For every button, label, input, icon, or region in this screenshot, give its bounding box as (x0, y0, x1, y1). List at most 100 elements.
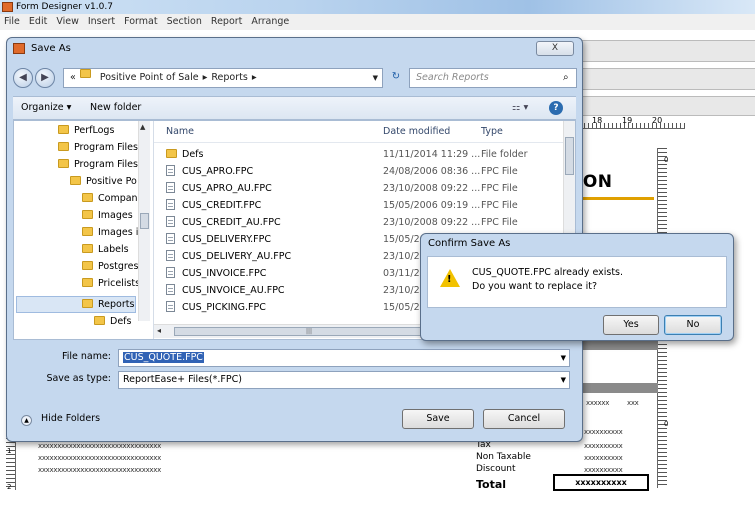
close-button[interactable]: X (536, 41, 574, 56)
help-icon[interactable]: ? (549, 101, 563, 115)
cancel-button[interactable]: Cancel (483, 409, 565, 429)
save-as-type-select[interactable]: ReportEase+ Files(*.FPC) ▼ (118, 371, 570, 389)
tree-item-program-files-x86[interactable]: Program Files (58, 156, 138, 173)
tree-item-positive-pos[interactable]: Positive Po (70, 173, 137, 190)
nav-scrollbar[interactable]: ▲ (138, 121, 150, 321)
column-name[interactable]: Name (166, 121, 194, 143)
confirm-message: CUS_QUOTE.FPC already exists. (472, 267, 624, 278)
file-name-input[interactable]: CUS_QUOTE.FPC ▼ (118, 349, 570, 367)
new-folder-button[interactable]: New folder (90, 97, 141, 119)
tree-item-program-files[interactable]: Program Files (58, 139, 138, 156)
file-row[interactable]: CUS_CREDIT_AU.FPC 23/10/2008 09:22 ... F… (154, 214, 564, 231)
menu-file[interactable]: File (4, 14, 20, 30)
tree-item-images-icons[interactable]: Images ic (82, 224, 144, 241)
column-date-modified[interactable]: Date modified (383, 121, 450, 143)
folder-icon (79, 69, 91, 78)
tree-item-pricelists[interactable]: Pricelists (82, 275, 140, 292)
non-taxable-label[interactable]: Non Taxable (476, 452, 531, 462)
refresh-icon[interactable]: ↻ (388, 68, 404, 88)
file-icon (166, 182, 175, 193)
save-as-type-label: Save as type: (46, 373, 111, 384)
folder-icon (82, 210, 93, 219)
confirm-question: Do you want to replace it? (472, 281, 598, 292)
tree-item-labels[interactable]: Labels (82, 241, 129, 258)
placeholder-field[interactable]: xxxxxxxxxxxxxxxxxxxxxxxxxxxxxxxx (38, 442, 161, 450)
folder-icon (82, 193, 93, 202)
navigation-pane: PerfLogs Program Files Program Files Pos… (14, 121, 154, 339)
menu-edit[interactable]: Edit (29, 14, 47, 30)
placeholder-field[interactable]: xxxxxxxxxxxxxxxxxxxxxxxxxxxxxxxx (38, 454, 161, 462)
file-icon (166, 250, 175, 261)
hide-folders-label: Hide Folders (41, 413, 101, 424)
hide-folders-button[interactable]: ▲ Hide Folders (21, 413, 100, 426)
tree-item-postgres[interactable]: Postgres (82, 258, 138, 275)
folder-icon (82, 278, 93, 287)
menu-section[interactable]: Section (167, 14, 202, 30)
scroll-up-icon[interactable]: ▲ (140, 123, 145, 131)
app-title-bar: Form Designer v1.0.7 (0, 0, 755, 14)
scroll-left-icon[interactable]: ◂ (157, 326, 161, 335)
breadcrumb-item[interactable]: Reports (211, 69, 247, 87)
tree-item-defs[interactable]: Defs (94, 313, 131, 330)
placeholder-field[interactable]: xxxxxx (586, 399, 609, 407)
file-row[interactable]: Defs 11/11/2014 11:29 ... File folder (154, 146, 564, 163)
section-bar (580, 383, 658, 393)
heading-underline (576, 197, 654, 200)
total-label[interactable]: Total (476, 478, 506, 491)
total-value-box[interactable]: xxxxxxxxxx (553, 474, 649, 491)
breadcrumb-overflow[interactable]: « (70, 69, 76, 87)
file-row[interactable]: CUS_APRO_AU.FPC 23/10/2008 09:22 ... FPC… (154, 180, 564, 197)
tree-item-companies[interactable]: Compani (82, 190, 140, 207)
file-row[interactable]: CUS_APRO.FPC 24/08/2006 08:36 ... FPC Fi… (154, 163, 564, 180)
tree-item-reports[interactable]: Reports (82, 296, 134, 313)
column-type[interactable]: Type (481, 121, 503, 143)
menu-format[interactable]: Format (124, 14, 157, 30)
breadcrumb-item[interactable]: Positive Point of Sale (100, 69, 199, 87)
file-name-value[interactable]: CUS_QUOTE.FPC (123, 352, 204, 363)
horizontal-ruler: 18 19 20 (580, 116, 685, 129)
chevron-down-icon[interactable]: ▼ (373, 69, 378, 87)
placeholder-field[interactable]: xxxxxxxxxxxxxxxxxxxxxxxxxxxxxxxx (38, 466, 161, 474)
placeholder-field[interactable]: xxxxxxxxxx (584, 466, 623, 474)
file-list-header: Name Date modified Type (154, 121, 575, 143)
forward-icon[interactable]: ▶ (35, 68, 55, 88)
tree-item-perflogs[interactable]: PerfLogs (58, 122, 114, 139)
chevron-down-icon[interactable]: ▼ (561, 350, 566, 366)
no-button[interactable]: No (664, 315, 722, 335)
ruler-mark: 0 (664, 420, 669, 428)
navigation-row: ◀ ▶ « Positive Point of Sale ▸ Reports ▸… (13, 66, 577, 92)
warning-icon-mark: ! (447, 274, 452, 285)
discount-label[interactable]: Discount (476, 464, 516, 474)
save-as-title-bar: Save As X (7, 38, 582, 60)
tree-item-images[interactable]: Images (82, 207, 133, 224)
search-icon[interactable]: ⌕ (563, 72, 569, 83)
views-icon[interactable]: ⚏ ▾ (512, 97, 528, 119)
chevron-right-icon[interactable]: ▸ (203, 69, 208, 87)
file-name-label: File name: (61, 351, 111, 362)
yes-button[interactable]: Yes (603, 315, 659, 335)
scroll-thumb[interactable]: ||| (174, 327, 444, 336)
placeholder-field[interactable]: xxxxxxxxxx (584, 454, 623, 462)
menu-insert[interactable]: Insert (88, 14, 115, 30)
scroll-thumb[interactable] (565, 137, 574, 175)
menu-arrange[interactable]: Arrange (251, 14, 289, 30)
back-icon[interactable]: ◀ (13, 68, 33, 88)
folder-icon (94, 316, 105, 325)
placeholder-field[interactable]: xxxxxxxxxx (584, 428, 623, 436)
chevron-right-icon[interactable]: ▸ (252, 69, 257, 87)
file-icon (166, 233, 175, 244)
menu-view[interactable]: View (56, 14, 79, 30)
scroll-thumb[interactable] (140, 213, 149, 229)
placeholder-field[interactable]: xxx (627, 399, 639, 407)
menu-report[interactable]: Report (211, 14, 243, 30)
chevron-down-icon[interactable]: ▼ (561, 372, 566, 388)
toolbar-band (580, 68, 755, 90)
file-row[interactable]: CUS_CREDIT.FPC 15/05/2006 09:19 ... FPC … (154, 197, 564, 214)
organize-button[interactable]: Organize ▾ (21, 97, 71, 119)
save-button[interactable]: Save (402, 409, 474, 429)
file-icon (166, 284, 175, 295)
breadcrumb[interactable]: « Positive Point of Sale ▸ Reports ▸ ▼ (63, 68, 383, 88)
search-input[interactable]: Search Reports (409, 68, 577, 88)
placeholder-field[interactable]: xxxxxxxxxx (584, 442, 623, 450)
folder-icon (82, 244, 93, 253)
